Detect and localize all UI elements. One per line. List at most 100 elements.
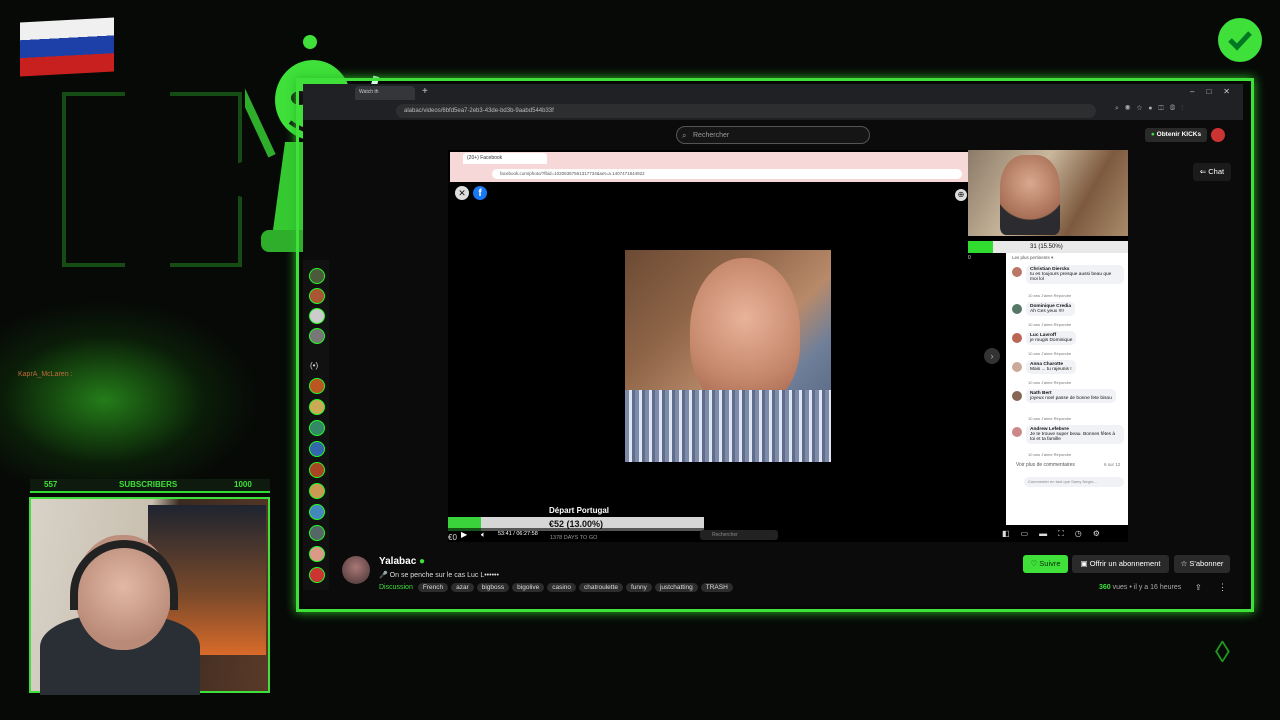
view-stats: 360 vues • il y a 16 heures [1099, 584, 1182, 591]
eye-icon[interactable]: ◉ [1125, 105, 1137, 112]
tag-chip[interactable]: bigolive [512, 583, 545, 592]
tag-chip[interactable]: chatroulette [579, 583, 623, 592]
follow-label: Suivre [1039, 559, 1061, 568]
commenter-avatar [1012, 333, 1022, 343]
comments-count-text: 6 sur 12 [1104, 462, 1121, 467]
comment-text: tu es toujours presque aussi beau que mo… [1030, 272, 1112, 282]
top-goal-bar-fill [968, 241, 993, 253]
tag-chip[interactable]: justchatting [654, 583, 698, 592]
browser-toolbar-icons: ⌕◉☆●◫◍⋮ [1115, 105, 1189, 113]
comment-bubble: Luc Lavroff je rougis Dominique [1026, 331, 1077, 345]
tag-chip[interactable]: funny [625, 583, 652, 592]
tag-chip[interactable]: TRASH [700, 583, 733, 592]
clip-icon[interactable]: ◧ [1002, 529, 1021, 538]
photo-man-face [690, 258, 800, 408]
top-goal-start-value: 0 [968, 255, 971, 261]
maximize-icon[interactable]: □ [1206, 87, 1223, 96]
channel-name[interactable]: Yalabac ● [379, 556, 425, 567]
more-options-icon[interactable]: ⋮ [1218, 582, 1227, 593]
volume-icon[interactable]: 🔈︎ [481, 530, 486, 540]
chat-label: Chat [1208, 167, 1225, 176]
stream-category[interactable]: Discussion [379, 584, 413, 591]
commenter-avatar [1012, 362, 1022, 372]
gift-sub-button[interactable]: ▣ Offrir un abonnement [1072, 555, 1169, 573]
commenter-avatar [1012, 427, 1022, 437]
player-right-icons: ◧▭▬⛶◷⚙ [1002, 529, 1111, 539]
tag-chip[interactable]: azar [451, 583, 474, 592]
get-kicks-button[interactable]: ● Obtenir KICKs [1145, 128, 1207, 142]
subscribe-button[interactable]: ☆ S'abonner [1174, 555, 1230, 573]
close-window-icon[interactable]: ✕ [1223, 87, 1242, 96]
subs-goal: 1000 [234, 480, 252, 489]
facebook-tab: (20+) Facebook [463, 153, 547, 164]
miniplayer-icon[interactable]: ▭ [1021, 529, 1040, 538]
comment-input: Commenter en tant que Samy Negro... [1024, 477, 1124, 487]
subs-current: 557 [44, 480, 58, 489]
commenter-avatar [1012, 391, 1022, 401]
comment-meta: 10 ans J'aime Répondre [1028, 351, 1072, 356]
speed-icon[interactable]: ◷ [1075, 529, 1093, 538]
comment-meta: 10 ans J'aime Répondre [1028, 380, 1072, 385]
heart-icon: ♡ [1030, 559, 1038, 568]
menu-dots-icon[interactable]: ⋮ [1181, 105, 1189, 112]
share-icon[interactable]: ⇪ [1195, 583, 1202, 592]
sidebar-channel-avatar[interactable] [309, 441, 325, 457]
minimize-icon[interactable]: – [1190, 87, 1206, 96]
sidebar-channel-avatar[interactable] [309, 420, 325, 436]
sidebar-channel-avatar[interactable] [309, 378, 325, 394]
chat-button[interactable]: ⇐ Chat [1193, 163, 1231, 181]
zoom-icon[interactable]: ⌕ [1115, 105, 1125, 112]
fullscreen-icon[interactable]: ⛶ [1058, 529, 1075, 538]
facebook-address-bar: facebook.com/photo/?fbid=102063675613177… [492, 169, 962, 179]
browser-tab[interactable]: Watch th [355, 86, 415, 100]
facebook-logo-icon: f [473, 186, 487, 200]
extension-icon[interactable]: ● [1148, 105, 1158, 112]
sidebar-channel-avatar[interactable] [309, 399, 325, 415]
follow-button[interactable]: ♡ Suivre [1023, 555, 1068, 573]
taskbar-search: Rechercher [700, 530, 778, 540]
sidebar-channel-avatar[interactable] [309, 328, 325, 344]
sidebar-channel-avatar[interactable] [309, 525, 325, 541]
profile-icon[interactable]: ◍ [1170, 105, 1182, 112]
sidebar-channel-avatar[interactable] [309, 462, 325, 478]
comment-bubble: Anna Charotte Mais ... tu rajeunis ! [1026, 360, 1076, 374]
sidebar-channel-avatar[interactable] [309, 308, 325, 324]
commenter-avatar [1012, 304, 1022, 314]
tag-chip[interactable]: French [417, 583, 449, 592]
sidebar-channel-avatar[interactable] [309, 546, 325, 562]
comment-bubble: Christian Dierckx tu es toujours presque … [1026, 265, 1124, 284]
chat-user-line: KaprA_McLaren : [18, 371, 72, 378]
top-goal-value: 31 (15.50%) [1030, 244, 1063, 250]
play-icon[interactable]: ▶ [461, 530, 467, 539]
tag-chip[interactable]: bigboss [476, 583, 510, 592]
russia-flag [20, 17, 114, 77]
sidebar-channel-avatar[interactable] [309, 567, 325, 583]
new-tab-icon[interactable]: + [422, 86, 428, 97]
kick-k-logo-decoration [62, 92, 242, 267]
gift-icon: ▣ [1080, 559, 1088, 568]
sidebar-channel-avatar[interactable] [309, 268, 325, 284]
comment-bubble: Andrew Lefebvre Je te trouve super beau. … [1026, 425, 1124, 444]
sidebar-channel-avatar[interactable] [309, 504, 325, 520]
star-icon[interactable]: ☆ [1136, 105, 1148, 112]
address-text: alabac/videos/6bfd5ea7-2eb3-43de-bd3b-9a… [404, 108, 554, 114]
theater-icon[interactable]: ▬ [1039, 529, 1058, 538]
settings-gear-icon[interactable]: ⚙ [1093, 529, 1111, 538]
live-broadcast-icon: (•) [310, 361, 319, 370]
tag-chip[interactable]: casino [547, 583, 576, 592]
playback-time: 53:41 / 06:27:58 [498, 531, 538, 537]
chat-expand-icon: ⇐ [1199, 167, 1207, 176]
comments-sort-label: Les plus pertinents ▾ [1012, 255, 1054, 260]
puzzle-icon[interactable]: ◫ [1158, 105, 1169, 112]
channel-avatar[interactable] [342, 556, 370, 584]
sidebar-channel-avatar[interactable] [309, 288, 325, 304]
channel-name-text: Yalabac [379, 556, 417, 567]
facebook-tab-title: (20+) Facebook [467, 155, 503, 161]
subs-label: SUBSCRIBERS [119, 480, 178, 489]
playback-time-text: 53:41 / 06:27:58 [498, 531, 538, 537]
address-bar[interactable]: alabac/videos/6bfd5ea7-2eb3-43de-bd3b-9a… [396, 104, 1096, 118]
kick-search-input[interactable]: ⌕ Rechercher [676, 126, 870, 144]
comment-meta: 10 ans J'aime Répondre [1028, 452, 1072, 457]
sidebar-channel-avatar[interactable] [309, 483, 325, 499]
user-avatar[interactable] [1211, 128, 1225, 142]
